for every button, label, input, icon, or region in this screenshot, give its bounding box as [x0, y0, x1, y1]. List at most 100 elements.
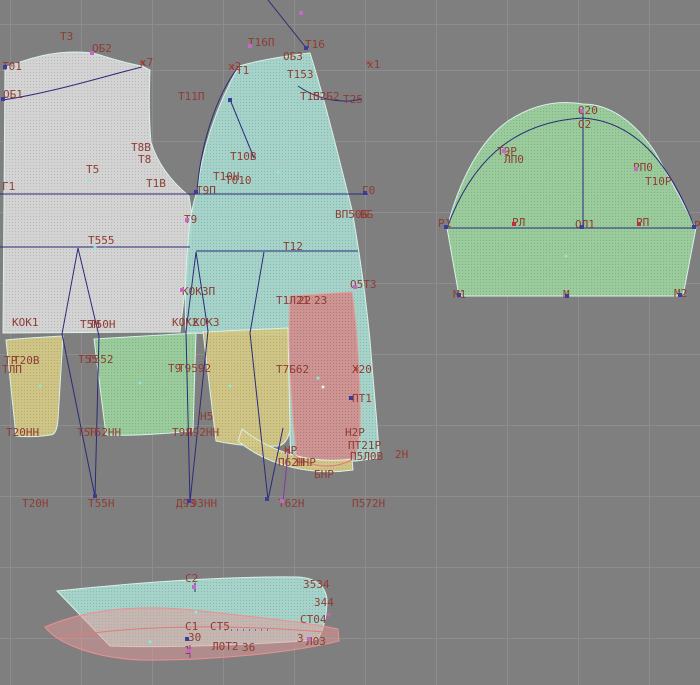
point-label: О2 — [578, 120, 591, 130]
point-label: Н92НН — [186, 428, 219, 438]
pattern-point[interactable] — [580, 109, 584, 113]
pattern-point[interactable] — [3, 65, 7, 69]
pattern-point[interactable] — [93, 494, 97, 498]
point-label: Т9592 — [178, 364, 211, 374]
pattern-point[interactable]: ✕ — [229, 64, 234, 73]
point-label: Т5 — [86, 165, 99, 175]
point-label: ОБ2 — [92, 44, 112, 54]
point-label: Т52НН — [88, 428, 121, 438]
pattern-point[interactable] — [187, 649, 191, 653]
point-label: Т010 — [225, 176, 252, 186]
pattern-point[interactable] — [322, 386, 325, 389]
pattern-point[interactable] — [444, 225, 448, 229]
pattern-point[interactable] — [580, 225, 584, 229]
point-label: С2 — [185, 574, 198, 584]
point-label: 344 — [314, 598, 334, 608]
point-label: Н5 — [200, 412, 213, 422]
pattern-point[interactable] — [317, 377, 320, 380]
point-label: ННР — [296, 458, 316, 468]
point-label: З0 — [188, 633, 201, 643]
point-label: Т1 — [236, 66, 249, 76]
point-label: Т10Р — [645, 177, 672, 187]
point-label: ЛП0 — [504, 155, 524, 165]
pattern-point[interactable] — [185, 218, 189, 222]
point-label: КОК3 — [193, 318, 220, 328]
point-label: Т20НН — [6, 428, 39, 438]
point-label: 23 — [314, 296, 327, 306]
pattern-point[interactable] — [634, 167, 638, 171]
pattern-point[interactable] — [363, 191, 367, 195]
point-label: ОБ1 — [3, 90, 23, 100]
point-label: Т25 — [343, 95, 363, 105]
pattern-point[interactable] — [195, 611, 198, 614]
point-label: Т10В — [230, 152, 257, 162]
pattern-point[interactable] — [187, 499, 191, 503]
point-label: ТЛП — [2, 365, 22, 375]
pattern-point[interactable] — [307, 637, 311, 641]
pattern-point[interactable] — [194, 190, 198, 194]
pattern-point[interactable] — [502, 149, 506, 153]
pattern-point[interactable] — [228, 98, 232, 102]
point-label: Т11П — [178, 92, 205, 102]
pattern-point[interactable] — [265, 497, 269, 501]
point-label: Л0Т2 — [212, 642, 239, 652]
point-label: Т20Н — [22, 499, 49, 509]
pattern-point[interactable] — [280, 499, 284, 503]
pattern-point[interactable] — [678, 293, 682, 297]
point-label: Т555 — [88, 236, 115, 246]
pattern-point[interactable]: ✕ — [285, 447, 290, 456]
pattern-point[interactable] — [192, 585, 196, 589]
pattern-point[interactable] — [149, 641, 152, 644]
pattern-point[interactable] — [277, 171, 280, 174]
pattern-point[interactable] — [229, 385, 232, 388]
pattern-point[interactable] — [1, 97, 5, 101]
pattern-point[interactable]: ✕ — [139, 60, 144, 69]
point-label: Т7Б62 — [276, 365, 309, 375]
pattern-point[interactable] — [692, 225, 696, 229]
point-label: 22 — [298, 296, 311, 306]
labels-layer: Т3ОБ2Т01х7ОБ1Т11ПТ16ПТ16ОБ3х2Т1Т153х1Т15… — [0, 0, 700, 685]
pattern-point[interactable]: + — [326, 612, 331, 621]
point-label: Т3 — [60, 32, 73, 42]
pattern-point[interactable] — [139, 382, 142, 385]
pattern-point[interactable] — [87, 180, 90, 183]
pattern-point[interactable] — [457, 293, 461, 297]
pattern-point[interactable] — [565, 255, 568, 258]
pattern-point[interactable] — [248, 44, 252, 48]
pattern-point[interactable] — [349, 396, 353, 400]
pattern-point[interactable] — [90, 51, 94, 55]
point-label: Т1В — [146, 179, 166, 189]
pattern-point[interactable] — [185, 637, 189, 641]
pattern-point[interactable] — [94, 246, 97, 249]
point-label: КОК3П — [182, 287, 215, 297]
pattern-point[interactable] — [299, 11, 303, 15]
point-label: ОБ3 — [283, 52, 303, 62]
pattern-point[interactable] — [637, 222, 641, 226]
point-label: П572Н — [352, 499, 385, 509]
point-label: СТ04 — [300, 615, 327, 625]
pattern-point[interactable]: ✕ — [354, 366, 359, 375]
point-label: СТ5 — [210, 622, 230, 632]
pattern-point[interactable] — [39, 385, 42, 388]
point-label: Т153 — [287, 70, 314, 80]
pattern-canvas[interactable]: Т3ОБ2Т01х7ОБ1Т11ПТ16ПТ16ОБ3х2Т1Т153х1Т15… — [0, 0, 700, 685]
point-label: 36 — [242, 643, 255, 653]
point-label: Н2Р — [345, 428, 365, 438]
point-label: БНР — [314, 470, 334, 480]
point-label: Т9П — [196, 186, 216, 196]
pattern-point[interactable] — [304, 46, 308, 50]
point-label: ВБ — [360, 210, 373, 220]
point-label: Т50Н — [89, 320, 116, 330]
point-label: Т12 — [283, 242, 303, 252]
pattern-point[interactable] — [180, 288, 184, 292]
point-label: Т8В — [131, 143, 151, 153]
point-label: З — [297, 634, 304, 644]
pattern-point[interactable]: ✕ — [365, 60, 370, 69]
pattern-point[interactable] — [512, 222, 516, 226]
point-label: Т8 — [138, 155, 151, 165]
pattern-point[interactable] — [353, 285, 357, 289]
point-label: П2Б2 — [313, 92, 340, 102]
point-label: 2Н — [395, 450, 408, 460]
point-label: Т55Н — [88, 499, 115, 509]
pattern-point[interactable] — [565, 294, 569, 298]
